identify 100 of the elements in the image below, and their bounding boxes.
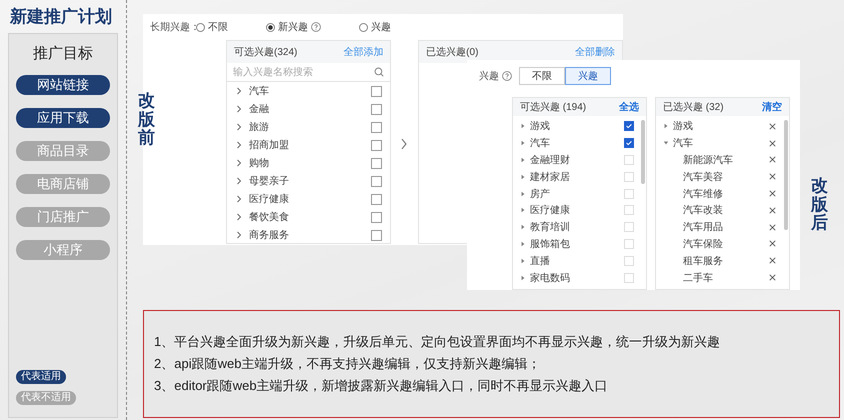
caret-right-icon[interactable] xyxy=(663,123,669,130)
close-icon[interactable] xyxy=(768,155,777,164)
goal-pill: 应用下载 xyxy=(16,108,110,128)
checkbox[interactable] xyxy=(624,121,634,132)
panel-title: 可选兴趣(324) xyxy=(234,46,298,59)
interest-item[interactable]: 家电数码 xyxy=(530,270,624,285)
caret-down-icon[interactable] xyxy=(663,140,669,146)
chevron-right-icon[interactable] xyxy=(235,123,243,131)
checkbox[interactable] xyxy=(624,138,634,148)
checkbox[interactable] xyxy=(371,176,382,186)
selected-interest: 汽车 xyxy=(673,136,694,150)
chevron-right-icon[interactable] xyxy=(400,138,408,150)
goal-pill: 电商店铺 xyxy=(16,174,110,194)
goal-pill: 门店推广 xyxy=(16,207,110,227)
interest-item[interactable]: 招商加盟 xyxy=(249,138,372,152)
chevron-right-icon[interactable] xyxy=(235,177,243,185)
goal-pill: 网站链接 xyxy=(16,75,110,95)
version-tag: 改版后 xyxy=(811,177,828,234)
radio-label[interactable]: 兴趣 xyxy=(371,20,391,34)
chevron-right-icon[interactable] xyxy=(235,87,243,95)
radio-button[interactable] xyxy=(359,22,368,32)
close-icon[interactable] xyxy=(768,206,777,215)
caret-right-icon[interactable] xyxy=(520,123,526,130)
interest-item[interactable]: 汽车 xyxy=(249,84,372,98)
close-icon[interactable] xyxy=(768,222,777,232)
interest-item[interactable]: 服饰箱包 xyxy=(530,236,624,251)
caret-right-icon[interactable] xyxy=(520,207,526,214)
interest-item[interactable]: 旅游 xyxy=(249,120,372,134)
interest-item[interactable]: 直播 xyxy=(530,254,624,268)
segment-tab[interactable]: 不限 xyxy=(519,67,565,85)
caret-right-icon[interactable] xyxy=(520,190,526,197)
interest-item[interactable]: 母婴亲子 xyxy=(249,174,372,188)
checkbox[interactable] xyxy=(371,140,382,150)
radio-label[interactable]: 不限 xyxy=(208,20,228,34)
selected-interest: 汽车改装 xyxy=(683,204,724,218)
caret-right-icon[interactable] xyxy=(520,240,526,247)
chevron-right-icon[interactable] xyxy=(235,213,243,221)
interest-item[interactable]: 餐饮美食 xyxy=(249,210,372,224)
note-text: 3、editor跟随web主端升级，新增披露新兴趣编辑入口，同时不再显示兴趣入口 xyxy=(154,377,608,395)
interest-item[interactable]: 商务服务 xyxy=(249,228,372,242)
caret-right-icon[interactable] xyxy=(520,224,526,230)
close-icon[interactable] xyxy=(768,189,777,198)
close-icon[interactable] xyxy=(768,239,777,248)
chevron-right-icon[interactable] xyxy=(235,231,243,239)
close-icon[interactable] xyxy=(768,256,777,266)
checkbox[interactable] xyxy=(371,86,382,96)
sidebar-heading: 推广目标 xyxy=(33,44,93,63)
version-tag: 改版前 xyxy=(138,92,155,148)
field-label: 兴趣 xyxy=(479,70,499,83)
chevron-right-icon[interactable] xyxy=(235,141,243,149)
caret-right-icon[interactable] xyxy=(520,258,526,264)
interest-item[interactable]: 房产 xyxy=(530,186,624,201)
checkbox[interactable] xyxy=(371,104,382,114)
radio-label[interactable]: 新兴趣 xyxy=(278,20,308,34)
chevron-right-icon[interactable] xyxy=(235,159,243,167)
interest-item[interactable]: 教育培训 xyxy=(530,220,624,234)
interest-item[interactable]: 医疗健康 xyxy=(249,192,372,206)
clear-link[interactable]: 清空 xyxy=(762,100,782,114)
close-icon[interactable] xyxy=(768,172,777,182)
interest-item[interactable]: 汽车 xyxy=(530,136,624,150)
search-icon[interactable] xyxy=(374,67,384,77)
selected-interest: 二手车 xyxy=(683,272,714,285)
field-label: 长期兴趣： xyxy=(150,20,196,34)
legend-pill: 代表不适用 xyxy=(16,391,76,405)
caret-right-icon[interactable] xyxy=(520,156,526,163)
panel-title: 已选兴趣 (32) xyxy=(663,100,724,114)
checkbox[interactable] xyxy=(371,194,382,204)
interest-item[interactable]: 购物 xyxy=(249,156,372,170)
caret-right-icon[interactable] xyxy=(520,174,526,180)
goal-pill: 商品目录 xyxy=(16,141,110,161)
checkbox[interactable] xyxy=(371,212,382,222)
interest-item[interactable]: 游戏 xyxy=(530,119,624,134)
chevron-right-icon[interactable] xyxy=(235,105,243,113)
search-field[interactable]: 输入兴趣名称搜索 xyxy=(233,66,374,78)
interest-item[interactable]: 金融 xyxy=(249,102,372,116)
chevron-right-icon[interactable] xyxy=(235,195,243,203)
segment-tab[interactable]: 兴趣 xyxy=(565,67,611,85)
checkbox[interactable] xyxy=(371,122,382,132)
radio-button[interactable] xyxy=(266,22,275,32)
close-icon[interactable] xyxy=(768,122,777,131)
interest-item[interactable]: 建材家居 xyxy=(530,170,624,184)
selected-interest: 汽车保险 xyxy=(683,238,724,251)
legend-pill: 代表适用 xyxy=(16,370,66,384)
checkbox[interactable] xyxy=(371,158,382,168)
select-all-link[interactable]: 全选 xyxy=(619,100,639,114)
close-icon[interactable] xyxy=(768,138,777,148)
selected-interest: 新能源汽车 xyxy=(683,154,734,167)
checkbox[interactable] xyxy=(371,230,382,240)
interest-item[interactable]: 医疗健康 xyxy=(530,203,624,218)
close-icon[interactable] xyxy=(768,273,777,282)
panel-title: 已选兴趣(0) xyxy=(426,46,478,59)
selected-interest: 租车服务 xyxy=(683,254,724,268)
caret-right-icon[interactable] xyxy=(520,274,526,281)
interest-item[interactable]: 金融理财 xyxy=(530,152,624,167)
selected-interest: 汽车维修 xyxy=(683,188,724,201)
caret-right-icon[interactable] xyxy=(520,140,526,146)
goal-pill: 小程序 xyxy=(16,240,110,260)
selected-interest: 汽车用品 xyxy=(683,220,724,234)
radio-button[interactable] xyxy=(196,22,205,32)
panel-title: 可选兴趣 (194) xyxy=(520,100,586,114)
